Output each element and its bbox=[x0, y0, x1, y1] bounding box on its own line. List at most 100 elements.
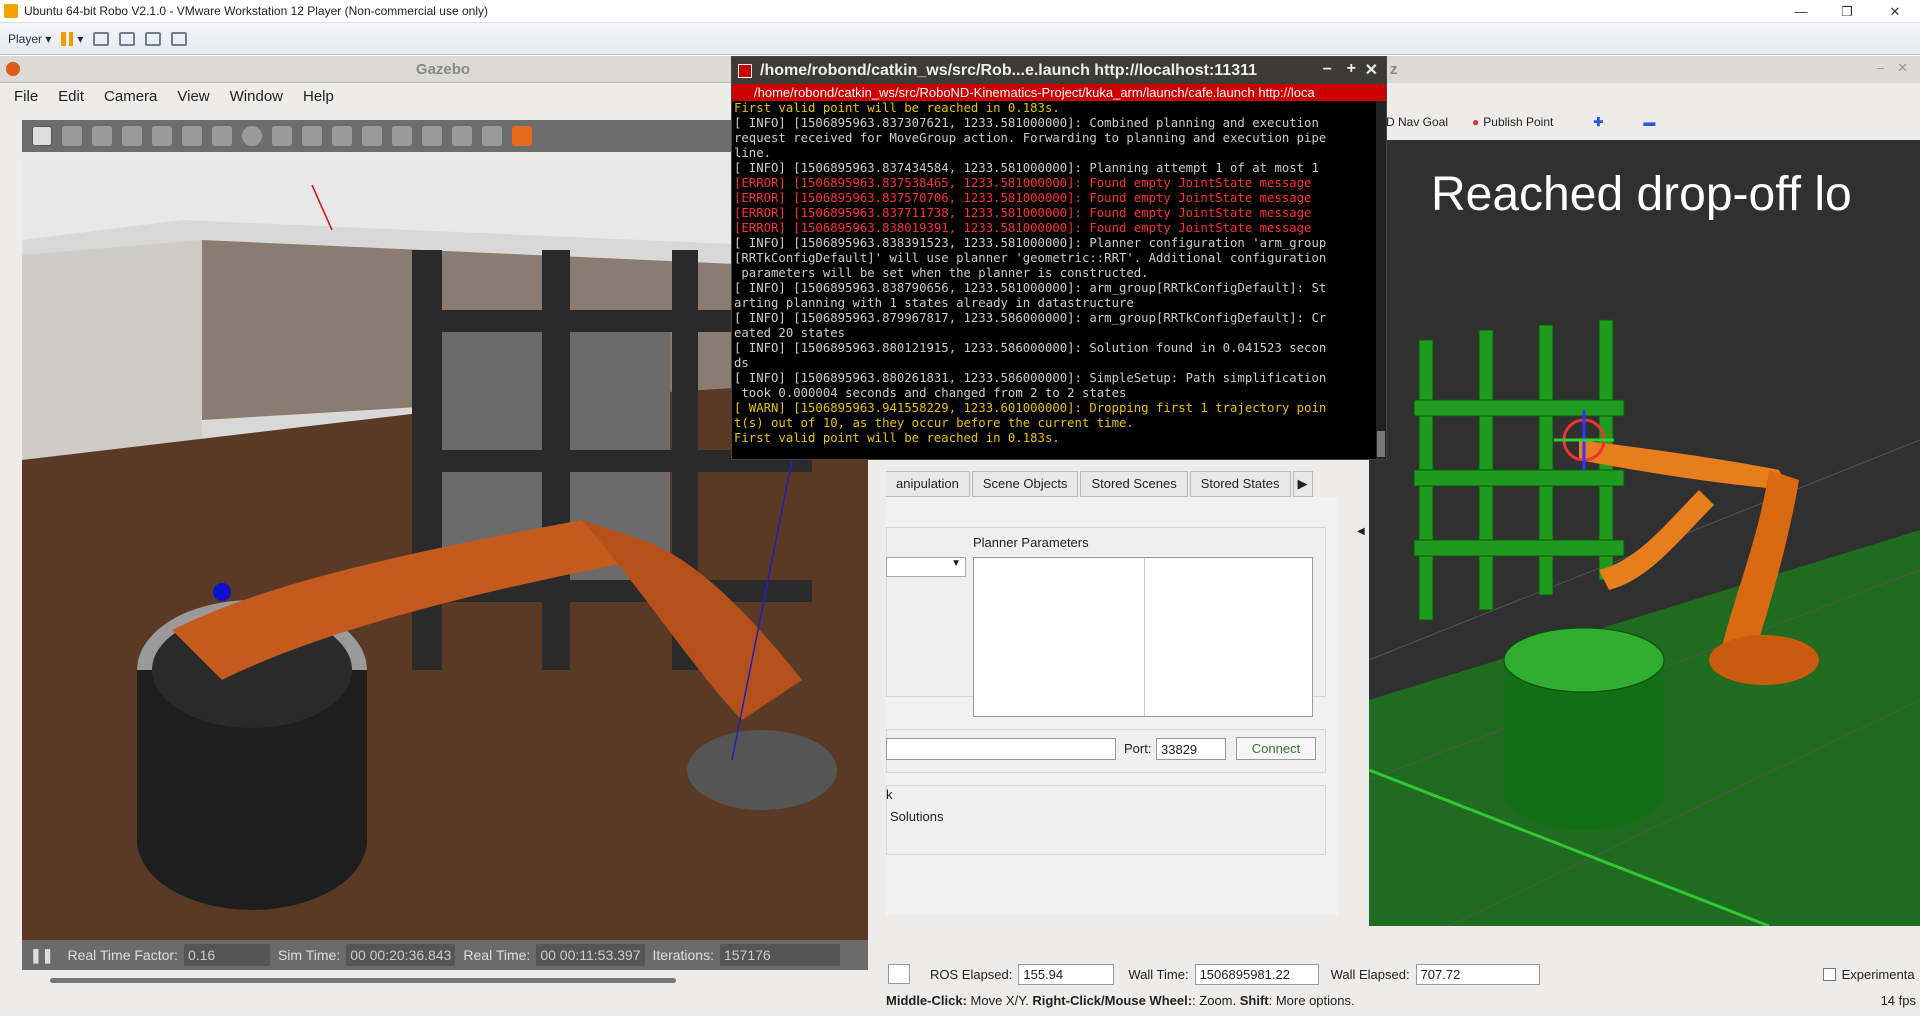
snap-icon[interactable] bbox=[482, 126, 502, 146]
tab-stored-scenes[interactable]: Stored Scenes bbox=[1080, 471, 1188, 497]
terminal-line: First valid point will be reached in 0.1… bbox=[734, 431, 1060, 445]
rviz-help-bar: Middle-Click: Move X/Y. Right-Click/Mous… bbox=[886, 990, 1920, 1012]
menu-help[interactable]: Help bbox=[303, 88, 334, 105]
solutions-label: Solutions bbox=[890, 809, 944, 824]
port-spinbox[interactable]: 33829 bbox=[1156, 738, 1226, 760]
ros-elapsed-value: 155.94 bbox=[1018, 963, 1115, 985]
rviz-minimize-icon[interactable]: – bbox=[1877, 60, 1884, 75]
connect-button[interactable]: Connect bbox=[1236, 737, 1316, 760]
wall-elapsed-label: Wall Elapsed: bbox=[1330, 966, 1410, 982]
translate-mode-icon[interactable] bbox=[62, 126, 82, 146]
iterations-label: Iterations: bbox=[652, 947, 714, 963]
minimize-icon[interactable]: — bbox=[1778, 0, 1824, 23]
copy-icon[interactable] bbox=[392, 126, 412, 146]
rviz-close-icon[interactable]: ✕ bbox=[1897, 60, 1908, 76]
terminal-scrollbar[interactable] bbox=[1376, 101, 1386, 459]
planner-params-table[interactable] bbox=[973, 557, 1313, 717]
motion-planning-panel: Planner Parameters ▼ Port: 33829 Connect… bbox=[886, 497, 1338, 915]
terminal-line: [ERROR] [1506895963.837570706, 1233.5810… bbox=[734, 191, 1312, 205]
redo-icon[interactable] bbox=[182, 126, 202, 146]
help-text-1: Move X/Y. bbox=[966, 993, 1033, 1008]
menu-edit[interactable]: Edit bbox=[58, 88, 84, 105]
align-icon[interactable] bbox=[452, 126, 472, 146]
rviz-3d-view[interactable]: Reached drop-off lo bbox=[1369, 140, 1920, 926]
terminal-line: parameters will be set when the planner … bbox=[734, 266, 1149, 280]
cylinder-shape-icon[interactable] bbox=[272, 126, 292, 146]
real-time-label: Real Time: bbox=[463, 947, 531, 963]
port-label: Port: bbox=[1124, 741, 1152, 756]
sphere-shape-icon[interactable] bbox=[242, 126, 262, 146]
terminal-line: [ERROR] [1506895963.837538465, 1233.5810… bbox=[734, 176, 1312, 190]
publish-point-icon: ● bbox=[1472, 115, 1480, 129]
menu-window[interactable]: Window bbox=[230, 88, 283, 105]
change-view-icon[interactable] bbox=[512, 126, 532, 146]
port-value: 33829 bbox=[1161, 742, 1198, 757]
restore-icon[interactable]: ❐ bbox=[1824, 0, 1870, 23]
menu-camera[interactable]: Camera bbox=[104, 88, 157, 105]
close-icon[interactable]: ✕ bbox=[1872, 0, 1918, 23]
tab-stored-states[interactable]: Stored States bbox=[1189, 471, 1291, 497]
box-shape-icon[interactable] bbox=[212, 126, 232, 146]
nav-goal-tool[interactable]: D Nav Goal bbox=[1386, 115, 1448, 129]
rviz-overlay-text: Reached drop-off lo bbox=[1431, 168, 1852, 221]
terminal-close-icon[interactable]: ✕ bbox=[1365, 60, 1378, 80]
tab-scene-objects[interactable]: Scene Objects bbox=[971, 471, 1079, 497]
vmware-toolbar: Player ▾ ▾ bbox=[0, 23, 1920, 55]
terminal-line: [ INFO] [1506895963.837307621, 1233.5810… bbox=[734, 116, 1319, 130]
player-label: Player bbox=[8, 31, 43, 46]
rviz-time-panel: ROS Elapsed: 155.94 Wall Time: 150689598… bbox=[886, 956, 1920, 1016]
paste-icon[interactable] bbox=[422, 126, 442, 146]
fullscreen-icon[interactable] bbox=[145, 31, 162, 46]
undo-icon[interactable] bbox=[152, 126, 172, 146]
experimental-label: Experimenta bbox=[1841, 966, 1915, 982]
host-input[interactable] bbox=[886, 738, 1116, 760]
removable-devices-icon[interactable] bbox=[119, 31, 136, 46]
help-right-click: Right-Click/Mouse Wheel: bbox=[1032, 993, 1193, 1008]
experimental-checkbox[interactable] bbox=[1822, 967, 1836, 981]
collapse-panel-icon[interactable]: ◀ bbox=[1357, 526, 1365, 537]
help-middle-click: Middle-Click: bbox=[886, 993, 967, 1008]
terminal-maximize-icon[interactable]: + bbox=[1347, 60, 1356, 78]
wall-time-label: Wall Time: bbox=[1128, 966, 1189, 982]
send-ctrl-alt-del-icon[interactable] bbox=[93, 31, 110, 46]
point-light-icon[interactable] bbox=[302, 126, 322, 146]
terminal-line: arting planning with 1 states already in… bbox=[734, 296, 1134, 310]
menu-view[interactable]: View bbox=[177, 88, 209, 105]
terminal-line: [ERROR] [1506895963.838019391, 1233.5810… bbox=[734, 221, 1312, 235]
rviz-title: z bbox=[1390, 61, 1398, 78]
add-tool-icon[interactable]: ✚ bbox=[1593, 115, 1603, 129]
terminal-line: First valid point will be reached in 0.1… bbox=[734, 101, 1060, 115]
tab-manipulation[interactable]: anipulation bbox=[886, 471, 970, 497]
play-pause-icon[interactable]: ❚❚ bbox=[30, 947, 53, 964]
terminal-line: [ERROR] [1506895963.837711738, 1233.5810… bbox=[734, 206, 1312, 220]
tab-scroll-right-icon[interactable]: ▶ bbox=[1292, 471, 1313, 497]
motion-planning-tabs: anipulation Scene Objects Stored Scenes … bbox=[886, 471, 1336, 497]
terminal-line: request received for MoveGroup action. F… bbox=[734, 131, 1327, 145]
pause-button[interactable]: ▾ bbox=[61, 31, 83, 46]
spot-light-icon[interactable] bbox=[332, 126, 352, 146]
wall-time-value: 1506895981.22 bbox=[1194, 963, 1319, 985]
terminal-line: took 0.000004 seconds and changed from 2… bbox=[734, 386, 1127, 400]
rotate-mode-icon[interactable] bbox=[92, 126, 112, 146]
terminal-window[interactable]: /home/robond/catkin_ws/src/Rob...e.launc… bbox=[731, 56, 1387, 460]
rtf-value: 0.16 bbox=[183, 944, 270, 966]
gazebo-window-icon bbox=[6, 62, 20, 76]
directional-light-icon[interactable] bbox=[362, 126, 382, 146]
player-menu-button[interactable]: Player ▾ bbox=[8, 32, 51, 46]
select-mode-icon[interactable] bbox=[32, 126, 52, 146]
scale-mode-icon[interactable] bbox=[122, 126, 142, 146]
planner-select[interactable]: ▼ bbox=[886, 557, 966, 577]
unity-icon[interactable] bbox=[171, 31, 188, 46]
terminal-output[interactable]: First valid point will be reached in 0.1… bbox=[732, 101, 1376, 459]
terminal-line: [RRTkConfigDefault]' will use planner 'g… bbox=[734, 251, 1327, 265]
gazebo-horizontal-scrollbar[interactable] bbox=[50, 978, 676, 983]
menu-file[interactable]: File bbox=[14, 88, 38, 105]
terminal-tab[interactable]: /home/robond/catkin_ws/src/RoboND-Kinema… bbox=[732, 84, 1386, 101]
checkbox-fragment[interactable]: k bbox=[886, 787, 893, 802]
publish-point-tool[interactable]: Publish Point bbox=[1483, 115, 1553, 129]
terminal-line: line. bbox=[734, 146, 772, 160]
remove-tool-icon[interactable]: ▬ bbox=[1643, 115, 1655, 129]
vmware-logo-icon bbox=[4, 4, 18, 18]
terminal-minimize-icon[interactable]: − bbox=[1323, 61, 1332, 79]
real-time-value: 00 00:11:53.397 bbox=[536, 944, 645, 966]
